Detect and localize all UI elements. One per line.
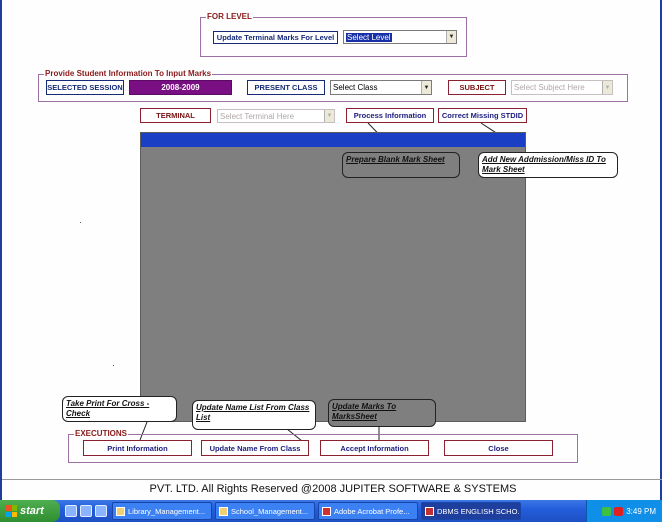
accept-information-button[interactable]: Accept Information — [320, 440, 429, 456]
stray-dot — [80, 222, 81, 223]
quick-launch — [60, 505, 112, 517]
taskbar-item-label: Library_Management... — [128, 506, 206, 516]
start-label: start — [20, 505, 44, 517]
copyright-footer: PVT. LTD. All Rights Reserved @2008 JUPI… — [2, 479, 662, 499]
update-name-list-callout: Update Name List From Class List — [192, 400, 316, 430]
taskbar-item-library[interactable]: Library_Management... — [112, 502, 212, 520]
clock: 3:49 PM — [626, 506, 656, 516]
chevron-down-icon[interactable]: ▼ — [602, 81, 612, 94]
taskbar-item-label: School_Management... — [231, 506, 309, 516]
for-level-title: FOR LEVEL — [206, 11, 253, 23]
terminal-label: TERMINAL — [140, 108, 211, 123]
taskbar-item-acrobat[interactable]: Adobe Acrobat Profe... — [318, 502, 418, 520]
session-value: 2008-2009 — [129, 80, 232, 95]
quick-launch-icon[interactable] — [95, 505, 107, 517]
subject-select[interactable]: Select Subject Here ▼ — [511, 80, 613, 95]
subject-select-value: Select Subject Here — [514, 83, 585, 92]
taskbar: start Library_Management... School_Manag… — [0, 500, 662, 522]
quick-launch-icon[interactable] — [65, 505, 77, 517]
quick-launch-icon[interactable] — [80, 505, 92, 517]
taskbar-item-dbms[interactable]: DBMS ENGLISH SCHO... — [421, 502, 521, 520]
take-print-callout: Take Print For Cross - Check — [62, 396, 177, 422]
prepare-blank-mark-sheet-callout: Prepare Blank Mark Sheet — [342, 152, 460, 178]
level-select-value: Select Level — [346, 32, 392, 42]
window-icon — [116, 506, 125, 516]
grid-header — [141, 133, 525, 147]
acrobat-icon — [322, 506, 331, 516]
update-name-from-class-button[interactable]: Update Name From Class — [201, 440, 309, 456]
marks-grid[interactable] — [140, 132, 526, 422]
close-button[interactable]: Close — [444, 440, 553, 456]
class-select-value: Select Class — [333, 83, 378, 92]
student-info-title: Provide Student Information To Input Mar… — [44, 68, 213, 80]
chevron-down-icon[interactable]: ▼ — [421, 81, 431, 94]
chevron-down-icon[interactable]: ▼ — [446, 31, 456, 43]
start-button[interactable]: start — [0, 500, 60, 522]
windows-logo-icon — [5, 505, 17, 517]
stray-dot — [113, 365, 114, 366]
main-window: FOR LEVEL Update Terminal Marks For Leve… — [0, 0, 662, 500]
taskbar-item-label: DBMS ENGLISH SCHO... — [437, 506, 521, 516]
system-tray: 3:49 PM — [586, 500, 662, 522]
chevron-down-icon[interactable]: ▼ — [324, 110, 334, 122]
terminal-select[interactable]: Select Terminal Here ▼ — [217, 109, 335, 123]
terminal-select-value: Select Terminal Here — [220, 111, 295, 121]
correct-missing-stdid-button[interactable]: Correct Missing STDID — [438, 108, 527, 123]
update-terminal-marks-for-level-button[interactable]: Update Terminal Marks For Level — [213, 31, 338, 44]
taskbar-item-school[interactable]: School_Management... — [215, 502, 315, 520]
subject-label: SUBJECT — [448, 80, 506, 95]
window-icon — [425, 506, 434, 516]
add-new-admission-callout: Add New Addmission/Miss ID To Mark Sheet — [478, 152, 618, 178]
taskbar-item-label: Adobe Acrobat Profe... — [334, 506, 410, 516]
network-icon[interactable] — [602, 506, 612, 516]
process-information-button[interactable]: Process Information — [346, 108, 434, 123]
print-information-button[interactable]: Print Information — [83, 440, 192, 456]
level-select[interactable]: Select Level ▼ — [343, 30, 457, 44]
present-class-label: PRESENT CLASS — [247, 80, 325, 95]
class-select[interactable]: Select Class ▼ — [330, 80, 432, 95]
window-icon — [219, 506, 228, 516]
update-marks-callout: Update Marks To MarksSheet — [328, 399, 436, 427]
selected-session-label: SELECTED SESSION — [46, 80, 124, 95]
executions-title: EXECUTIONS — [74, 428, 129, 440]
antivirus-icon[interactable] — [614, 506, 624, 516]
